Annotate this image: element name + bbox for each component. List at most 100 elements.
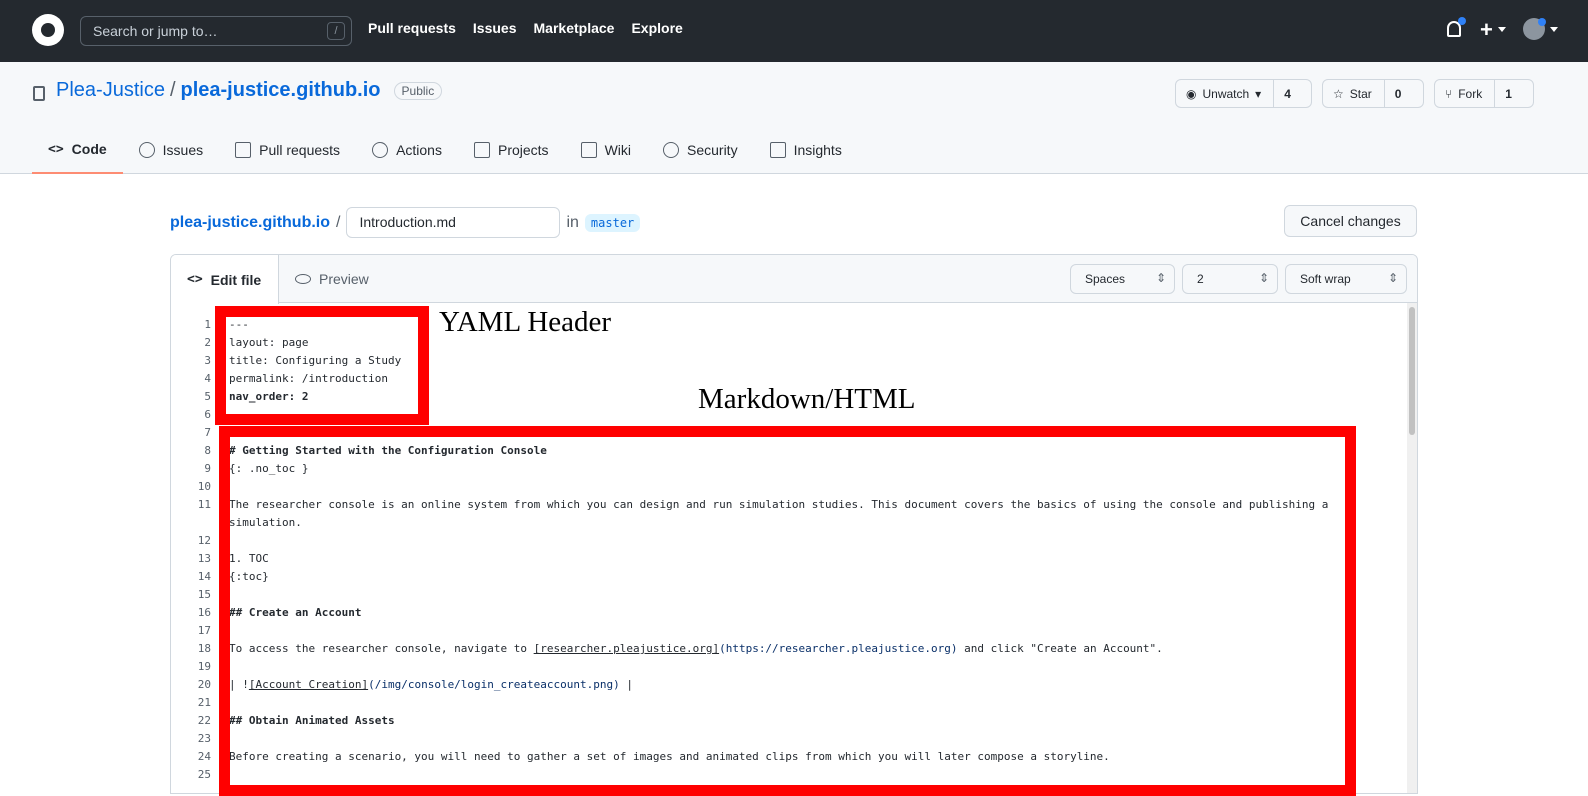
create-new-button[interactable]: + [1480,17,1493,43]
tab-security[interactable]: Security [647,126,754,174]
search-shortcut-key: / [327,22,345,40]
repo-owner-link[interactable]: Plea-Justice [56,79,165,102]
indent-size-select[interactable]: 2 [1182,264,1278,294]
code-icon: <> [48,141,64,157]
github-logo-icon[interactable] [32,14,64,46]
line-number: 7 [204,426,211,439]
line-number: 23 [197,732,211,745]
tab-insights[interactable]: Insights [754,126,858,174]
line-number: 8 [204,444,211,457]
line-number: 4 [204,372,211,385]
repo-title: Plea-Justice / plea-justice.github.io Pu… [56,79,443,102]
line-number: 1 [204,318,211,331]
yaml-header-highlight-box [215,306,429,425]
nav-pull-requests[interactable]: Pull requests [368,20,456,36]
repo-name-link[interactable]: plea-justice.github.io [181,79,381,102]
line-numbers: 1 2 3 4 5 6 7 8 9 10 11 12 13 14 15 16 1… [171,316,211,784]
line-number: 3 [204,354,211,367]
fork-count[interactable]: 1 [1494,80,1522,107]
wrap-mode-select[interactable]: Soft wrap [1285,264,1407,294]
nav-issues[interactable]: Issues [473,20,517,36]
search-placeholder: Search or jump to… [93,23,218,39]
tab-code[interactable]: <> Code [32,126,123,174]
line-number: 2 [204,336,211,349]
avatar-status-indicator [1538,18,1546,26]
repo-icon [33,86,45,101]
scrollbar-thumb[interactable] [1409,307,1415,435]
star-label: Star [1349,86,1372,101]
line-number: 14 [197,570,211,583]
star-count[interactable]: 0 [1383,80,1412,107]
chevron-down-icon [1550,27,1558,32]
line-number: 20 [197,678,211,691]
unwatch-label: Unwatch [1202,86,1250,101]
search-input[interactable]: Search or jump to… / [80,16,352,46]
filename-input[interactable]: Introduction.md [346,207,561,238]
line-number: 18 [197,642,211,655]
line-number: 9 [204,462,211,475]
book-icon [580,142,597,158]
line-number: 13 [197,552,211,565]
pull-request-icon [235,142,252,158]
line-number: 5 [204,390,211,403]
line-number: 21 [197,696,211,709]
visibility-badge: Public [393,81,443,100]
graph-icon [769,142,786,158]
line-number: 25 [197,768,211,781]
path-separator: / [336,213,341,231]
tab-wiki[interactable]: Wiki [565,126,647,174]
notification-indicator [1458,17,1466,25]
nav-explore[interactable]: Explore [631,20,682,36]
editor-toolbar: <> Edit file Preview Spaces 2 Soft wrap [171,255,1417,304]
tab-label: Wiki [604,142,631,158]
branch-label: master [584,213,641,232]
tab-label: Pull requests [259,142,341,158]
chevron-down-icon [1498,27,1506,32]
unwatch-button[interactable]: ◉ Unwatch ▾ 4 [1175,79,1312,108]
repo-tabs: <> Code Issues Pull requests Actions Pro… [32,126,858,174]
fork-button[interactable]: ⑂ Fork 1 [1434,79,1534,108]
global-header: Search or jump to… / Pull requests Issue… [0,0,1588,62]
fork-icon: ⑂ [1445,86,1453,101]
tab-issues[interactable]: Issues [123,126,219,174]
file-path-breadcrumb: plea-justice.github.io / Introduction.md… [170,207,641,238]
repo-separator: / [169,79,176,101]
line-number: 15 [197,588,211,601]
line-number: 11 [197,498,211,511]
issue-icon [138,142,155,158]
code-icon: <> [187,272,203,287]
chevron-down-icon: ▾ [1255,86,1262,101]
tab-pull-requests[interactable]: Pull requests [219,126,356,174]
nav-marketplace[interactable]: Marketplace [534,20,615,36]
line-number: 12 [197,534,211,547]
repo-root-link[interactable]: plea-justice.github.io [170,214,330,232]
line-number: 24 [197,750,211,763]
fork-label: Fork [1458,86,1483,101]
tab-preview[interactable]: Preview [279,255,385,303]
global-nav: Pull requests Issues Marketplace Explore [368,20,683,36]
watch-count[interactable]: 4 [1273,80,1301,107]
edit-file-label: Edit file [210,271,262,288]
line-number: 10 [197,480,211,493]
star-button[interactable]: ☆ Star 0 [1322,79,1424,108]
play-icon [372,142,389,158]
tab-label: Projects [497,142,549,158]
eye-icon [295,274,311,284]
tab-actions[interactable]: Actions [356,126,458,174]
line-number: 22 [197,714,211,727]
line-number: 19 [197,660,211,673]
tab-label: Insights [793,142,842,158]
line-number: 16 [197,606,211,619]
star-icon: ☆ [1333,86,1344,101]
tab-projects[interactable]: Projects [458,126,565,174]
markdown-html-highlight-box [219,426,1356,796]
indent-mode-select[interactable]: Spaces [1070,264,1175,294]
project-icon [473,142,490,158]
tab-label: Security [687,142,738,158]
tab-edit-file[interactable]: <> Edit file [171,255,279,304]
cancel-changes-button[interactable]: Cancel changes [1284,205,1417,237]
tab-label: Actions [396,142,442,158]
vertical-scrollbar[interactable] [1407,303,1417,793]
preview-label: Preview [319,271,369,287]
shield-icon [663,142,679,158]
